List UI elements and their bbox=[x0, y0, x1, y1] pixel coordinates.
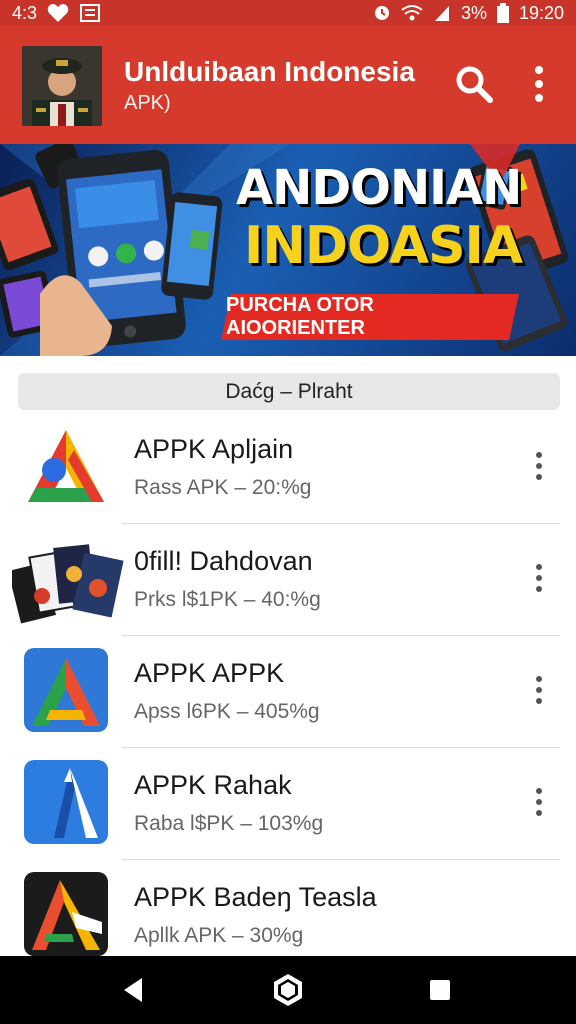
app-meta: Apss l6PK – 405%g bbox=[134, 700, 320, 723]
status-left-text: 4:3 bbox=[12, 2, 38, 23]
search-icon bbox=[456, 66, 493, 103]
more-vert-icon bbox=[536, 452, 542, 458]
alarm-icon bbox=[374, 6, 389, 20]
banner-headline-1: ANDONIAN bbox=[236, 160, 522, 216]
app-name: 0fill! Dahdovan bbox=[134, 546, 313, 576]
recents-square-icon bbox=[430, 980, 450, 1000]
banner-ribbon-text: PURCHA OTOR AIOORIENTER bbox=[226, 294, 374, 339]
app-name: APPK Rahak bbox=[134, 770, 292, 800]
app-icon bbox=[8, 536, 124, 624]
navigation-bar bbox=[0, 956, 576, 1024]
wifi-icon bbox=[401, 5, 423, 21]
list-item[interactable]: APPK APPK Apss l6PK – 405%g bbox=[0, 636, 576, 748]
avatar[interactable] bbox=[22, 46, 102, 126]
item-overflow-button[interactable] bbox=[526, 556, 552, 600]
app-title: Unlduibaan Indonesia bbox=[124, 56, 415, 87]
item-overflow-button[interactable] bbox=[526, 668, 552, 712]
home-button[interactable] bbox=[268, 970, 308, 1010]
notification-icon bbox=[80, 4, 101, 22]
app-icon bbox=[24, 760, 108, 844]
category-filter-label: Daćg – Plraht bbox=[225, 379, 353, 403]
app-icon bbox=[24, 872, 108, 956]
back-button[interactable] bbox=[112, 970, 152, 1010]
back-triangle-icon bbox=[124, 978, 142, 1002]
app-icon bbox=[24, 648, 108, 732]
officer-portrait-icon bbox=[22, 46, 102, 126]
app-meta: Prks l$1PK – 40:%g bbox=[134, 588, 321, 611]
a-logo-app-icon bbox=[24, 648, 108, 732]
category-filter[interactable]: Daćg – Plraht bbox=[18, 373, 560, 410]
promo-banner[interactable]: ANDONIAN INDOASIA PURCHA OTOR AIOORIENTE… bbox=[0, 144, 576, 356]
item-overflow-button[interactable] bbox=[526, 780, 552, 824]
playing-cards-icon bbox=[8, 544, 124, 624]
home-hexagon-icon bbox=[274, 974, 302, 1006]
more-vert-icon bbox=[536, 676, 542, 682]
chrome-style-app-icon bbox=[24, 424, 108, 508]
item-overflow-button[interactable] bbox=[526, 444, 552, 488]
app-meta: Apllk APK – 30%g bbox=[134, 924, 304, 947]
banner-headline-2: INDOASIA bbox=[244, 216, 523, 276]
app-list: APPK Apljain Rass APK – 20:%g 0fill! Dah… bbox=[0, 412, 576, 972]
status-time: 19:20 bbox=[518, 2, 564, 23]
list-item[interactable]: 0fill! Dahdovan Prks l$1PK – 40:%g bbox=[0, 524, 576, 636]
more-vert-icon bbox=[536, 788, 542, 794]
app-meta: Rass APK – 20:%g bbox=[134, 476, 312, 499]
app-name: APPK APPK bbox=[134, 658, 285, 688]
battery-icon bbox=[496, 3, 509, 23]
signal-icon bbox=[434, 6, 449, 21]
battery-percent: 3% bbox=[460, 2, 487, 23]
recents-button[interactable] bbox=[420, 970, 460, 1010]
search-button[interactable] bbox=[452, 62, 496, 106]
list-item[interactable]: APPK Apljain Rass APK – 20:%g bbox=[0, 412, 576, 524]
app-icon bbox=[24, 424, 108, 508]
more-vert-icon bbox=[536, 564, 542, 570]
list-item[interactable]: APPK Rahak Raba l$PK – 103%g bbox=[0, 748, 576, 860]
app-meta: Raba l$PK – 103%g bbox=[134, 812, 324, 835]
dark-a-app-icon bbox=[24, 872, 108, 956]
app-subtitle: APK) bbox=[124, 92, 171, 114]
more-vert-icon bbox=[535, 66, 543, 102]
banner-ribbon: PURCHA OTOR AIOORIENTER bbox=[221, 294, 519, 340]
overflow-menu-button[interactable] bbox=[522, 62, 556, 106]
blue-a-app-icon bbox=[24, 760, 108, 844]
app-name: APPK Badeŋ Teasla bbox=[134, 882, 377, 912]
heart-icon bbox=[47, 4, 69, 22]
app-name: APPK Apljain bbox=[134, 434, 294, 464]
app-bar: Unlduibaan Indonesia APK) bbox=[0, 26, 576, 144]
status-bar: 4:3 3% 19:20 bbox=[0, 0, 576, 26]
